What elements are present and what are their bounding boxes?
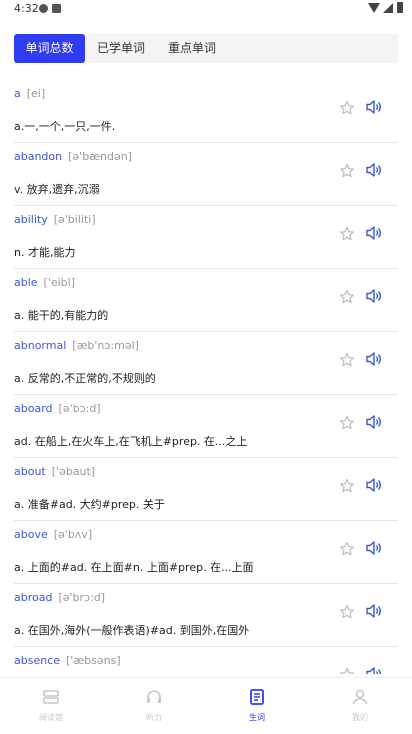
speaker-icon[interactable] bbox=[365, 477, 383, 493]
nav-label: 听力 bbox=[146, 713, 162, 722]
word-phonetic: [ə'bɔ:d] bbox=[58, 402, 101, 415]
star-icon[interactable] bbox=[339, 604, 355, 620]
speaker-icon[interactable] bbox=[365, 351, 383, 367]
word-definition: a.一,一个,一只,一件. bbox=[14, 120, 116, 133]
app-notification-icon bbox=[52, 4, 61, 13]
star-icon[interactable] bbox=[339, 100, 355, 116]
person-icon bbox=[352, 689, 368, 705]
tab-learned-words[interactable]: 已学单词 bbox=[88, 34, 154, 63]
word-text: about bbox=[14, 465, 46, 478]
word-list-item[interactable]: abroad [ə'brɔ:d] a. 在国外,海外(一般作表语)#ad. 到国外,… bbox=[14, 584, 398, 647]
word-heading: able ['eibl] bbox=[14, 276, 75, 289]
star-icon[interactable] bbox=[339, 352, 355, 368]
speaker-icon[interactable] bbox=[365, 288, 383, 304]
word-heading: aboard [ə'bɔ:d] bbox=[14, 402, 101, 415]
star-icon[interactable] bbox=[339, 478, 355, 494]
word-text: abnormal bbox=[14, 339, 67, 352]
word-text: abroad bbox=[14, 591, 53, 604]
word-heading: absence ['æbsəns] bbox=[14, 654, 121, 667]
word-phonetic: [æb'nɔ:məl] bbox=[72, 339, 139, 352]
word-text: absence bbox=[14, 654, 61, 667]
word-phonetic: ['eibl] bbox=[43, 276, 76, 289]
word-definition: n. 才能,能力 bbox=[14, 246, 76, 259]
tab-key-words[interactable]: 重点单词 bbox=[159, 34, 225, 63]
speaker-icon[interactable] bbox=[365, 414, 383, 430]
word-list[interactable]: a [ei] a.一,一个,一只,一件. abandon [ə'bændən] v. 放弃… bbox=[0, 80, 412, 674]
bottom-nav: 阅读馆 听力 生词 我的 bbox=[0, 677, 412, 734]
word-definition: a. 能干的,有能力的 bbox=[14, 309, 109, 322]
battery-icon bbox=[397, 2, 403, 13]
word-list-item[interactable]: absence ['æbsəns] bbox=[14, 647, 398, 674]
word-list-item[interactable]: abandon [ə'bændən] v. 放弃,遗弃,沉溺 bbox=[14, 143, 398, 206]
nav-listening[interactable]: 听力 bbox=[124, 688, 184, 728]
nav-vocabulary[interactable]: 生词 bbox=[227, 688, 287, 728]
word-phonetic: [ə'bʌv] bbox=[53, 528, 93, 541]
star-icon[interactable] bbox=[339, 289, 355, 305]
word-list-item[interactable]: about ['əbaut] a. 准备#ad. 大约#prep. 关于 bbox=[14, 458, 398, 521]
speaker-icon[interactable] bbox=[365, 666, 383, 674]
word-definition: ad. 在船上,在火车上,在飞机上#prep. 在...之上 bbox=[14, 435, 248, 448]
word-definition: a. 准备#ad. 大约#prep. 关于 bbox=[14, 498, 165, 511]
star-icon[interactable] bbox=[339, 541, 355, 557]
word-text: aboard bbox=[14, 402, 53, 415]
word-heading: above [ə'bʌv] bbox=[14, 528, 92, 541]
nav-reading[interactable]: 阅读馆 bbox=[21, 688, 81, 728]
word-list-item[interactable]: a [ei] a.一,一个,一只,一件. bbox=[14, 80, 398, 143]
speaker-icon[interactable] bbox=[365, 540, 383, 556]
word-text: able bbox=[14, 276, 38, 289]
word-definition: a. 在国外,海外(一般作表语)#ad. 到国外,在国外 bbox=[14, 624, 250, 637]
speaker-icon[interactable] bbox=[365, 99, 383, 115]
word-list-item[interactable]: able ['eibl] a. 能干的,有能力的 bbox=[14, 269, 398, 332]
word-definition: a. 反常的,不正常的,不规则的 bbox=[14, 372, 156, 385]
tab-all-words[interactable]: 单词总数 bbox=[14, 34, 85, 63]
word-heading: a [ei] bbox=[14, 87, 45, 100]
word-list-item[interactable]: abnormal [æb'nɔ:məl] a. 反常的,不正常的,不规则的 bbox=[14, 332, 398, 395]
word-text: a bbox=[14, 87, 21, 100]
word-definition: a. 上面的#ad. 在上面#n. 上面#prep. 在...上面 bbox=[14, 561, 254, 574]
speaker-icon[interactable] bbox=[365, 225, 383, 241]
status-bar: 4:32 bbox=[0, 0, 412, 18]
speaker-icon[interactable] bbox=[365, 162, 383, 178]
word-text: ability bbox=[14, 213, 48, 226]
word-text: abandon bbox=[14, 150, 63, 163]
word-list-item[interactable]: aboard [ə'bɔ:d] ad. 在船上,在火车上,在飞机上#prep. 在.… bbox=[14, 395, 398, 458]
word-heading: abnormal [æb'nɔ:məl] bbox=[14, 339, 139, 352]
nav-profile[interactable]: 我的 bbox=[330, 688, 390, 728]
word-definition: v. 放弃,遗弃,沉溺 bbox=[14, 183, 100, 196]
wifi-icon bbox=[368, 3, 380, 13]
nav-label: 我的 bbox=[352, 713, 368, 722]
word-phonetic: [ə'brɔ:d] bbox=[58, 591, 106, 604]
book-icon bbox=[250, 689, 264, 705]
word-phonetic: [ei] bbox=[26, 87, 46, 100]
signal-icon bbox=[383, 3, 393, 13]
word-heading: abroad [ə'brɔ:d] bbox=[14, 591, 105, 604]
status-time: 4:32 bbox=[14, 2, 39, 15]
word-heading: about ['əbaut] bbox=[14, 465, 95, 478]
nav-label: 阅读馆 bbox=[39, 713, 63, 722]
word-phonetic: ['əbaut] bbox=[51, 465, 96, 478]
word-heading: ability [ə'biliti] bbox=[14, 213, 96, 226]
star-icon[interactable] bbox=[339, 667, 355, 674]
star-icon[interactable] bbox=[339, 226, 355, 242]
notification-icon bbox=[39, 4, 48, 13]
word-phonetic: ['æbsəns] bbox=[66, 654, 121, 667]
speaker-icon[interactable] bbox=[365, 603, 383, 619]
word-phonetic: [ə'biliti] bbox=[53, 213, 96, 226]
word-list-item[interactable]: ability [ə'biliti] n. 才能,能力 bbox=[14, 206, 398, 269]
word-text: above bbox=[14, 528, 48, 541]
word-filter-tabs: 单词总数 已学单词 重点单词 bbox=[14, 34, 398, 63]
nav-label: 生词 bbox=[249, 713, 265, 722]
star-icon[interactable] bbox=[339, 163, 355, 179]
star-icon[interactable] bbox=[339, 415, 355, 431]
word-heading: abandon [ə'bændən] bbox=[14, 150, 132, 163]
word-list-item[interactable]: above [ə'bʌv] a. 上面的#ad. 在上面#n. 上面#prep. 在… bbox=[14, 521, 398, 584]
word-phonetic: [ə'bændən] bbox=[68, 150, 132, 163]
layers-icon bbox=[43, 690, 59, 704]
headphones-icon bbox=[147, 690, 161, 703]
